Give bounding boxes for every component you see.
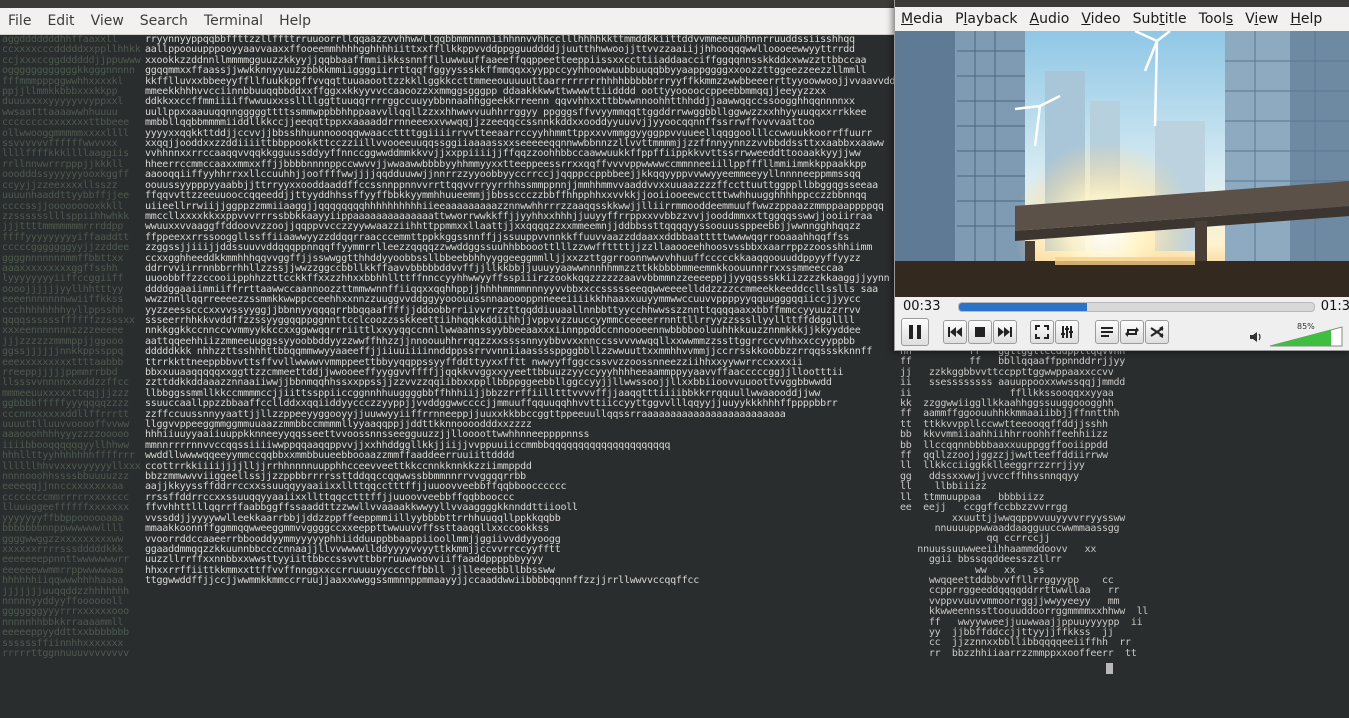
vlc-menu-help[interactable]: Help [1284,7,1328,31]
video-frame[interactable] [895,31,1349,297]
menu-help[interactable]: Help [271,8,319,34]
stop-button[interactable] [968,320,992,344]
pause-button[interactable] [901,318,929,346]
shuffle-button[interactable] [1145,320,1169,344]
vlc-menu-tools[interactable]: Tools [1193,7,1240,31]
time-total[interactable]: 01:3 [1321,299,1349,314]
extended-settings-button[interactable] [1055,320,1079,344]
extended-settings-icon [1061,326,1073,338]
loop-button[interactable] [1120,320,1144,344]
next-button[interactable] [993,320,1017,344]
fullscreen-button[interactable] [1030,320,1054,344]
vlc-window: Media Playback Audio Video Subtitle Tool… [894,0,1349,351]
previous-button[interactable] [943,320,967,344]
terminal-cursor [1106,663,1113,674]
playback-controls: 85% [895,317,1349,350]
menu-edit[interactable]: Edit [39,8,82,34]
vlc-titlebar[interactable] [895,0,1349,7]
volume-percent: 85% [1297,322,1315,331]
vlc-menu-subtitle[interactable]: Subtitle [1127,7,1193,31]
ascii-art-right-column: hh rr ggllggllccddppllqqvvnn ff ff bbllq… [900,347,1149,659]
fullscreen-icon [1035,325,1049,339]
anime-city-scene [895,31,1349,297]
stop-icon [975,327,985,337]
ascii-art-left-column: aggdddddddhhffaaxxll ccxxxxcccdddddxxppl… [2,35,141,659]
seek-slider-fill [959,303,1087,311]
vlc-menu-audio[interactable]: Audio [1024,7,1076,31]
vlc-menu-media[interactable]: Media [895,7,949,31]
vlc-menu-video[interactable]: Video [1075,7,1126,31]
seek-slider[interactable] [958,302,1315,312]
playlist-button[interactable] [1095,320,1119,344]
vlc-menubar: Media Playback Audio Video Subtitle Tool… [895,7,1349,31]
pause-icon [909,325,921,339]
ascii-art-video-frame: rryynnyyppqqbbffttzzllffttrruuoorrllqqaa… [145,35,895,587]
menu-search[interactable]: Search [132,8,196,34]
loop-icon [1125,327,1139,337]
vlc-menu-view[interactable]: View [1239,7,1284,31]
menu-file[interactable]: File [0,8,39,34]
time-elapsed[interactable]: 00:33 [903,299,940,314]
playlist-icon [1101,327,1113,337]
vlc-menu-playback[interactable]: Playback [949,7,1023,31]
previous-icon [948,327,962,337]
volume-icon[interactable] [1249,331,1263,343]
menu-terminal[interactable]: Terminal [196,8,271,34]
shuffle-icon [1150,326,1164,338]
seek-row: 00:33 01:3 [895,297,1349,317]
next-icon [998,327,1012,337]
menu-view[interactable]: View [83,8,132,34]
